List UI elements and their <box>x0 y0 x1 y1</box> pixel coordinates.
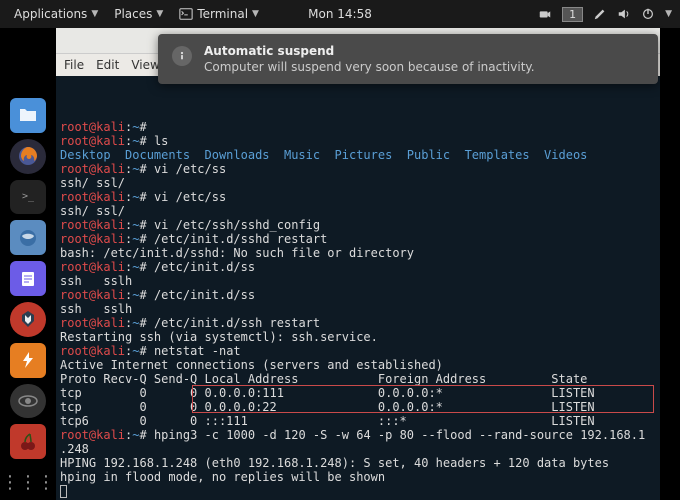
firefox-icon <box>17 145 39 167</box>
terminal-line: Proto Recv-Q Send-Q Local Address Foreig… <box>60 372 656 386</box>
cursor <box>60 485 67 498</box>
terminal-line: bash: /etc/init.d/sshd: No such file or … <box>60 246 656 260</box>
terminal-output[interactable]: root@kali:~#root@kali:~# lsDesktop Docum… <box>56 76 660 500</box>
menu-edit[interactable]: Edit <box>96 58 119 72</box>
dock-iceweasel[interactable] <box>10 220 46 255</box>
notification[interactable]: Automatic suspend Computer will suspend … <box>158 34 658 84</box>
terminal-line: Desktop Documents Downloads Music Pictur… <box>60 148 656 162</box>
terminal-line: root@kali:~# /etc/init.d/ss <box>60 288 656 302</box>
terminal-line: tcp6 0 0 :::111 :::* LISTEN <box>60 414 656 428</box>
dock-firefox[interactable] <box>10 139 46 174</box>
dock-terminal[interactable] <box>10 180 46 215</box>
dock-files[interactable] <box>10 98 46 133</box>
terminal-app-menu[interactable]: Terminal▼ <box>173 5 265 23</box>
terminal-line: ssh/ ssl/ <box>60 176 656 190</box>
terminal-window: ― □ ✕ File Edit View root@kali:~#root@ka… <box>56 28 660 500</box>
terminal-line: hping in flood mode, no replies will be … <box>60 470 656 484</box>
terminal-line: root@kali:~# /etc/init.d/ss <box>60 260 656 274</box>
terminal-line: Restarting ssh (via systemctl): ssh.serv… <box>60 330 656 344</box>
dock-show-apps[interactable]: ⋮⋮⋮ <box>10 465 46 500</box>
terminal-line: root@kali:~# vi /etc/ss <box>60 162 656 176</box>
system-menu-arrow[interactable]: ▼ <box>665 9 672 19</box>
document-icon <box>19 270 37 288</box>
volume-icon[interactable] <box>617 7 631 21</box>
globe-icon <box>18 228 38 248</box>
applications-menu[interactable]: Applications▼ <box>8 5 104 23</box>
terminal-line <box>60 484 656 498</box>
folder-icon <box>18 105 38 125</box>
terminal-line: root@kali:~# ls <box>60 134 656 148</box>
notification-body: Computer will suspend very soon because … <box>204 60 535 74</box>
notification-title: Automatic suspend <box>204 44 535 58</box>
terminal-line: root@kali:~# /etc/init.d/sshd restart <box>60 232 656 246</box>
dock-maltego[interactable] <box>10 384 46 419</box>
cherry-icon <box>18 432 38 452</box>
terminal-line: ssh sslh <box>60 302 656 316</box>
terminal-line: root@kali:~# netstat -nat <box>60 344 656 358</box>
terminal-line: tcp 0 0 0.0.0.0:111 0.0.0.0:* LISTEN <box>60 386 656 400</box>
terminal-line: ssh/ ssl/ <box>60 204 656 218</box>
lightning-icon <box>19 351 37 369</box>
terminal-line: tcp 0 0 0.0.0.0:22 0.0.0.0:* LISTEN <box>60 400 656 414</box>
power-icon[interactable] <box>641 7 655 21</box>
terminal-line: root@kali:~# /etc/init.d/ssh restart <box>60 316 656 330</box>
workspace-indicator[interactable]: 1 <box>562 7 583 22</box>
places-menu[interactable]: Places▼ <box>108 5 169 23</box>
terminal-line: HPING 192.168.1.248 (eth0 192.168.1.248)… <box>60 456 656 470</box>
dock-metasploit[interactable] <box>10 302 46 337</box>
dock-cherrytree[interactable] <box>10 424 46 459</box>
menu-file[interactable]: File <box>64 58 84 72</box>
dock: ⋮⋮⋮ <box>0 28 56 500</box>
terminal-line: root@kali:~# vi /etc/ss <box>60 190 656 204</box>
camera-icon[interactable] <box>538 7 552 21</box>
clock[interactable]: Mon 14:58 <box>302 5 378 23</box>
eye-icon <box>17 390 39 412</box>
terminal-line: root@kali:~# hping3 -c 1000 -d 120 -S -w… <box>60 428 656 442</box>
menu-view[interactable]: View <box>131 58 159 72</box>
brush-icon[interactable] <box>593 7 607 21</box>
top-panel: Applications▼ Places▼ Terminal▼ Mon 14:5… <box>0 0 680 28</box>
terminal-line: ssh sslh <box>60 274 656 288</box>
terminal-line: root@kali:~# <box>60 120 656 134</box>
terminal-line: Active Internet connections (servers and… <box>60 358 656 372</box>
terminal-line: root@kali:~# vi /etc/ssh/sshd_config <box>60 218 656 232</box>
terminal-line: .248 <box>60 442 656 456</box>
terminal-icon <box>179 7 193 21</box>
info-icon <box>172 46 192 66</box>
dock-burp[interactable] <box>10 343 46 378</box>
metasploit-icon <box>18 309 38 329</box>
dock-editor[interactable] <box>10 261 46 296</box>
